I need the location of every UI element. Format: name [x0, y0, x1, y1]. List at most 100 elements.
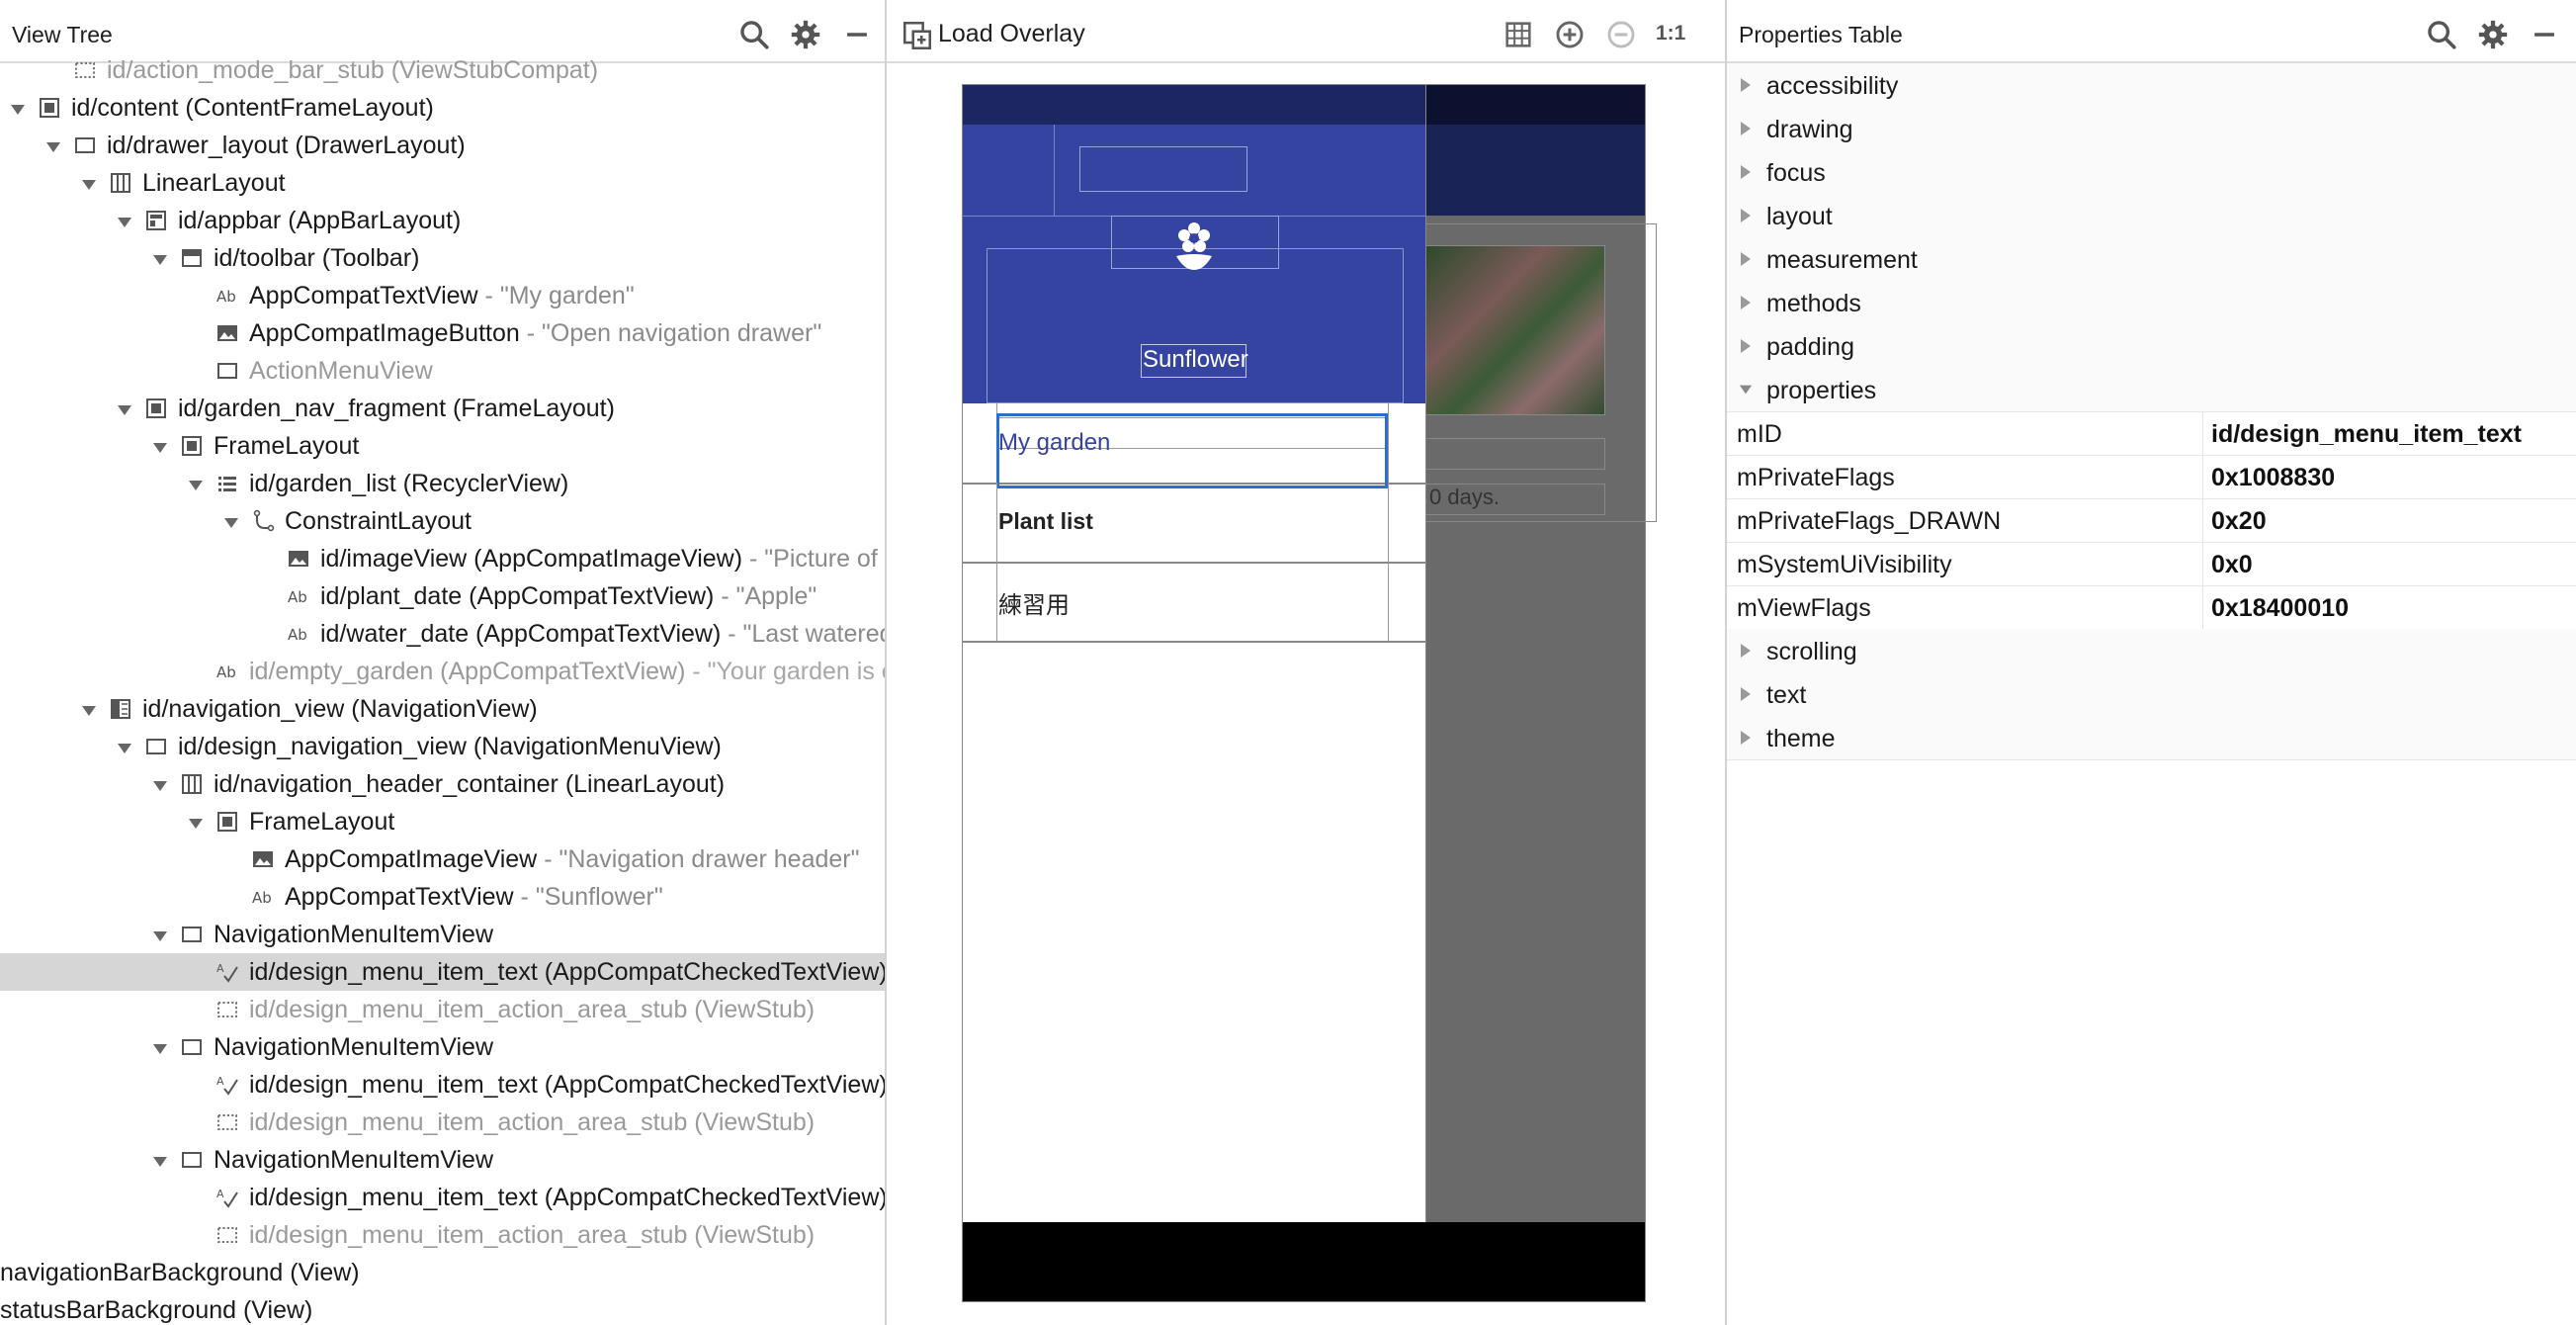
tree-row[interactable]: id/design_menu_item_action_area_stub (Vi…	[0, 1216, 885, 1254]
expand-arrow-icon[interactable]	[1739, 150, 1757, 194]
tree-row[interactable]: id/garden_nav_fragment (FrameLayout)	[0, 390, 885, 427]
tree-row[interactable]: id/garden_list (RecyclerView)	[0, 465, 885, 502]
property-row[interactable]: mViewFlags 0x18400010	[1727, 585, 2576, 630]
property-category[interactable]: measurement	[1727, 237, 2576, 282]
tree-row[interactable]: NavigationMenuItemView	[0, 1141, 885, 1179]
expand-arrow-icon[interactable]	[117, 728, 134, 765]
expand-arrow-icon[interactable]	[81, 164, 99, 202]
tree-row[interactable]: AppCompatImageButton - "Open navigation …	[0, 314, 885, 352]
expand-arrow-icon[interactable]	[117, 390, 134, 427]
zoom-out-icon[interactable]	[1604, 18, 1638, 51]
tree-row[interactable]: id/toolbar (Toolbar)	[0, 239, 885, 277]
tree-row[interactable]: Ab AppCompatTextView - "My garden"	[0, 277, 885, 314]
tree-row[interactable]: id/design_menu_item_action_area_stub (Vi…	[0, 1104, 885, 1141]
expand-arrow-icon[interactable]	[152, 1141, 170, 1179]
tree-row[interactable]: Aid/design_menu_item_text (AppCompatChec…	[0, 1179, 885, 1216]
expand-arrow-icon[interactable]	[152, 427, 170, 465]
menu-item-my-garden[interactable]: My garden	[963, 403, 1425, 488]
expand-arrow-icon[interactable]	[10, 89, 28, 127]
minimize-icon[interactable]	[2528, 18, 2561, 51]
gear-icon[interactable]	[2476, 18, 2510, 51]
property-row[interactable]: mSystemUiVisibility 0x0	[1727, 542, 2576, 586]
tree-row[interactable]: AppCompatImageView - "Navigation drawer …	[0, 840, 885, 878]
expand-arrow-icon[interactable]	[188, 465, 206, 502]
expand-arrow-icon[interactable]	[1739, 194, 1757, 237]
actual-size-button[interactable]: 1:1	[1656, 22, 1685, 45]
expand-arrow-icon[interactable]	[45, 127, 63, 164]
tree-row[interactable]: FrameLayout	[0, 803, 885, 840]
plant-date-box	[1425, 438, 1605, 470]
tree-row[interactable]: Aid/design_menu_item_text (AppCompatChec…	[0, 1066, 885, 1104]
search-icon[interactable]	[737, 18, 771, 51]
expand-arrow-icon[interactable]	[1739, 237, 1757, 281]
property-category[interactable]: padding	[1727, 324, 2576, 369]
tree-row[interactable]: Ab id/water_date (AppCompatTextView) - "L…	[0, 615, 885, 653]
gear-icon[interactable]	[789, 18, 822, 51]
expand-arrow-icon[interactable]	[152, 916, 170, 953]
properties-panel: Properties Table accessibility drawing foc…	[1727, 0, 2576, 1325]
expand-arrow-icon[interactable]	[1739, 672, 1757, 716]
column-divider	[2202, 498, 2203, 542]
tree-row[interactable]: Ab id/empty_garden (AppCompatTextView) - …	[0, 653, 885, 690]
expand-arrow-icon[interactable]	[152, 1028, 170, 1066]
expand-arrow-icon[interactable]	[152, 239, 170, 277]
expand-arrow-icon[interactable]	[1739, 629, 1757, 672]
tree-row[interactable]: id/design_navigation_view (NavigationMen…	[0, 728, 885, 765]
tree-row[interactable]: id/drawer_layout (DrawerLayout)	[0, 127, 885, 164]
expand-arrow-icon[interactable]	[1739, 324, 1757, 368]
property-name: mViewFlags	[1737, 594, 1871, 622]
tree-row[interactable]: NavigationMenuItemView	[0, 1028, 885, 1066]
property-category[interactable]: layout	[1727, 194, 2576, 238]
tree-row[interactable]: Ab id/plant_date (AppCompatTextView) - "A…	[0, 577, 885, 615]
expand-arrow-icon[interactable]	[188, 803, 206, 840]
tree-row[interactable]: ConstraintLayout	[0, 502, 885, 540]
expand-arrow-icon[interactable]	[1739, 63, 1757, 107]
tree-row[interactable]: navigationBarBackground (View)	[0, 1254, 885, 1291]
tree-row[interactable]: LinearLayout	[0, 164, 885, 202]
tree-row[interactable]: id/navigation_header_container (LinearLa…	[0, 765, 885, 803]
property-category[interactable]: methods	[1727, 281, 2576, 325]
expand-arrow-icon[interactable]	[223, 502, 241, 540]
property-category[interactable]: theme	[1727, 716, 2576, 760]
property-category[interactable]: properties	[1727, 368, 2576, 412]
node-description: - "Your garden is empty"	[692, 658, 885, 685]
tree-row[interactable]: NavigationMenuItemView	[0, 916, 885, 953]
zoom-in-icon[interactable]	[1553, 18, 1587, 51]
tree-row[interactable]: id/imageView (AppCompatImageView) - "Pic…	[0, 540, 885, 577]
tree-row[interactable]: id/content (ContentFrameLayout)	[0, 89, 885, 127]
property-row[interactable]: mPrivateFlags 0x1008830	[1727, 455, 2576, 499]
expand-arrow-icon[interactable]	[1739, 107, 1757, 150]
load-overlay-label[interactable]: Load Overlay	[938, 20, 1085, 48]
tree-row[interactable]: id/appbar (AppBarLayout)	[0, 202, 885, 239]
minimize-icon[interactable]	[840, 18, 874, 51]
expand-arrow-icon[interactable]	[117, 202, 134, 239]
tree-row[interactable]: statusBarBackground (View)	[0, 1291, 885, 1325]
property-category[interactable]: accessibility	[1727, 63, 2576, 108]
expand-arrow-icon[interactable]	[81, 690, 99, 728]
grid-icon[interactable]	[1502, 18, 1535, 51]
tree-row[interactable]: id/action_mode_bar_stub (ViewStubCompat)	[0, 51, 885, 89]
tree-row[interactable]: id/design_menu_item_action_area_stub (Vi…	[0, 991, 885, 1028]
property-category[interactable]: scrolling	[1727, 629, 2576, 673]
property-row[interactable]: mID id/design_menu_item_text	[1727, 411, 2576, 456]
expand-arrow-icon[interactable]	[1739, 716, 1757, 759]
menu-item-plant-list[interactable]: Plant list	[963, 483, 1425, 564]
search-icon[interactable]	[2425, 18, 2458, 51]
property-category[interactable]: focus	[1727, 150, 2576, 195]
load-overlay-icon[interactable]	[901, 19, 934, 52]
expand-arrow-icon[interactable]	[152, 765, 170, 803]
expand-arrow-icon[interactable]	[1739, 281, 1757, 324]
device-preview[interactable]: 0 days. Sunflower My garden Plant list 練…	[962, 84, 1657, 1302]
tree-row[interactable]: Ab AppCompatTextView - "Sunflower"	[0, 878, 885, 916]
tree-row[interactable]: ActionMenuView	[0, 352, 885, 390]
tree-row[interactable]: Aid/design_menu_item_text (AppCompatChec…	[0, 953, 885, 991]
frame-icon	[180, 427, 206, 465]
collapse-arrow-icon[interactable]	[1739, 368, 1757, 411]
tree-row[interactable]: id/navigation_view (NavigationView)	[0, 690, 885, 728]
app-toolbar-behind	[1425, 125, 1645, 216]
property-row[interactable]: mPrivateFlags_DRAWN 0x20	[1727, 498, 2576, 543]
property-category[interactable]: drawing	[1727, 107, 2576, 151]
tree-row[interactable]: FrameLayout	[0, 427, 885, 465]
menu-item-practice[interactable]: 練習用	[963, 562, 1425, 643]
property-category[interactable]: text	[1727, 672, 2576, 717]
